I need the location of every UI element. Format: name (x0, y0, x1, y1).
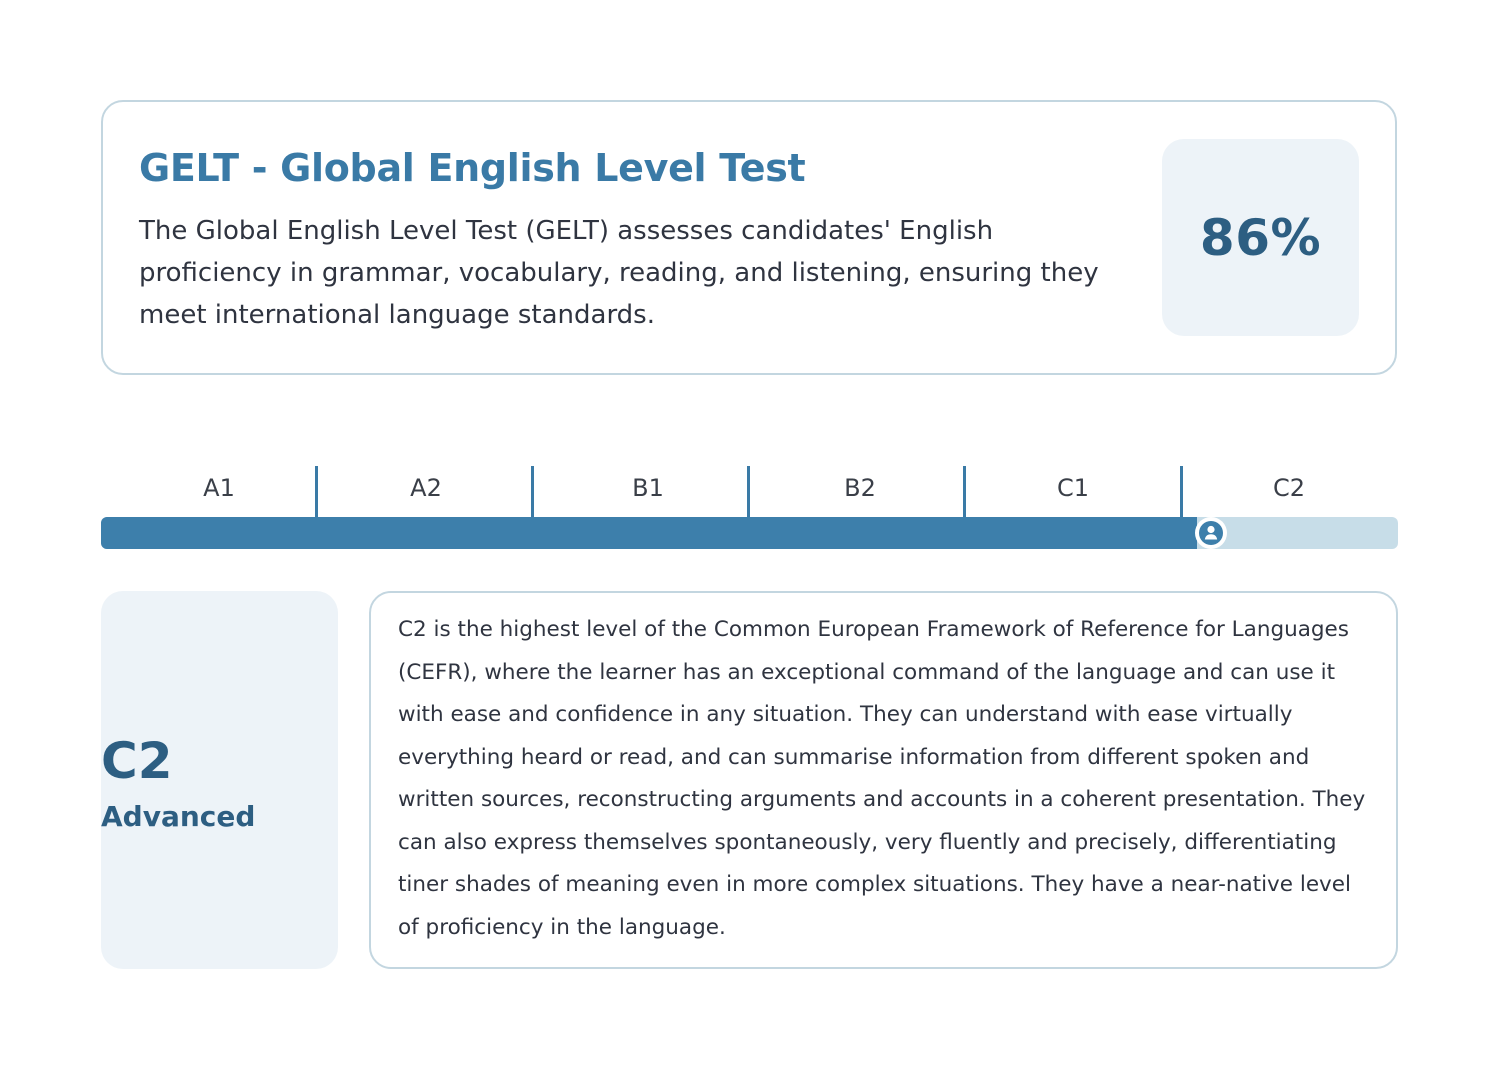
progress-fill (101, 517, 1197, 549)
level-label-c2: C2 (1272, 474, 1306, 502)
level-label-c1: C1 (1056, 474, 1090, 502)
score-value: 86% (1199, 208, 1322, 267)
level-label-b1: B1 (632, 474, 664, 502)
level-divider (531, 466, 534, 518)
level-scale: A1 A2 B1 B2 C1 C2 (101, 466, 1398, 518)
test-description: The Global English Level Test (GELT) ass… (139, 216, 1099, 330)
score-badge: 86% (1162, 139, 1359, 336)
user-icon (1194, 517, 1227, 549)
level-label-a1: A1 (203, 474, 235, 502)
level-label-b2: B2 (844, 474, 876, 502)
level-divider (963, 466, 966, 518)
level-divider (747, 466, 750, 518)
test-title: GELT - Global English Level Test (139, 146, 806, 190)
level-label-a2: A2 (410, 474, 442, 502)
level-divider (315, 466, 318, 518)
level-code: C2 (101, 732, 173, 790)
level-description: C2 is the highest level of the Common Eu… (398, 617, 1366, 940)
level-name: Advanced (101, 800, 256, 833)
level-divider (1180, 466, 1183, 518)
